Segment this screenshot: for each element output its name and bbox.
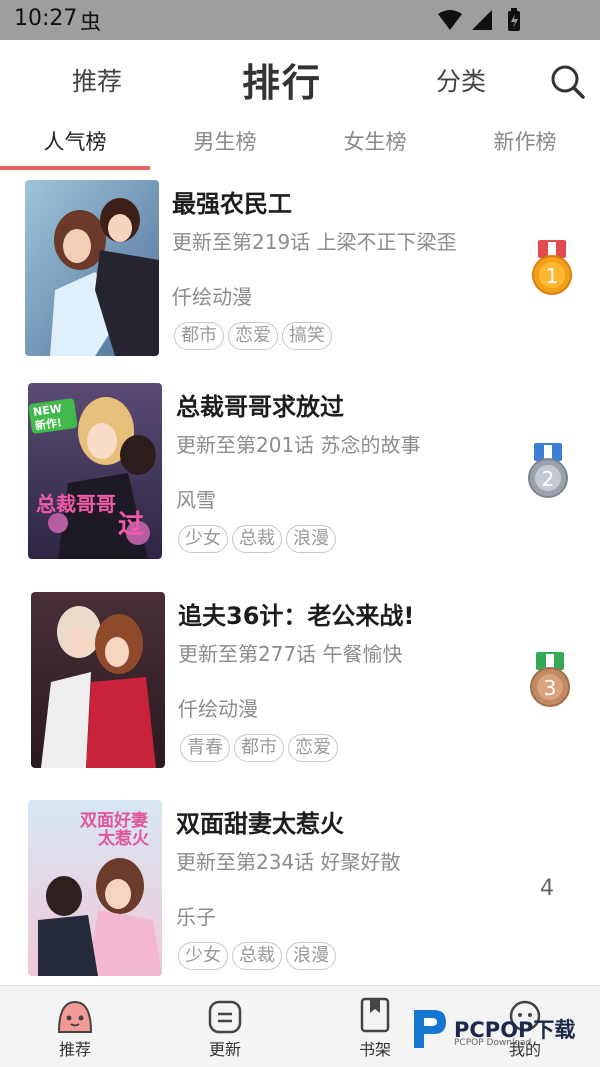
top-nav: 推荐 排行 分类 bbox=[0, 40, 600, 122]
genre-tags: 青春 都市 恋爱 bbox=[180, 734, 342, 764]
bottom-tab-update[interactable]: 更新 bbox=[185, 986, 265, 1067]
status-bar: 10:27 虫 bbox=[0, 0, 600, 40]
author-name: 仟绘动漫 bbox=[172, 285, 252, 309]
bottom-tab-recommend[interactable]: 推荐 bbox=[35, 986, 115, 1067]
comic-cover[interactable] bbox=[31, 592, 165, 768]
update-icon bbox=[208, 1000, 242, 1034]
bottom-tab-label: 推荐 bbox=[58, 1040, 91, 1059]
tab-new[interactable]: 新作榜 bbox=[450, 126, 600, 156]
watermark-subtext: PCPOP Download bbox=[454, 1038, 532, 1048]
latest-episode: 更新至第277话 午餐愉快 bbox=[178, 642, 403, 666]
author-name: 乐子 bbox=[176, 905, 216, 929]
latest-episode: 更新至第201话 苏念的故事 bbox=[176, 433, 421, 457]
bottom-tab-bookshelf[interactable]: 书架 bbox=[335, 986, 415, 1067]
nav-category[interactable]: 分类 bbox=[436, 62, 486, 98]
genre-tags: 少女 总裁 浪漫 bbox=[178, 525, 340, 555]
pcpop-logo-icon bbox=[414, 1010, 446, 1048]
genre-tags: 都市 恋爱 搞笑 bbox=[174, 322, 336, 352]
comic-cover[interactable]: 总裁哥哥 过 NEW 新作! bbox=[28, 383, 162, 559]
nav-recommend[interactable]: 推荐 bbox=[72, 62, 122, 98]
tab-popular[interactable]: 人气榜 bbox=[0, 126, 150, 156]
list-item[interactable]: 总裁哥哥 过 NEW 新作! 总裁哥哥求放过 更新至第201话 苏念的故事 风雪… bbox=[0, 373, 600, 573]
signal-icon bbox=[472, 10, 492, 30]
bronze-medal-icon: 3 bbox=[530, 652, 570, 707]
bookshelf-icon bbox=[360, 997, 390, 1033]
rank-number: 2 bbox=[542, 467, 555, 491]
debug-bug-icon: 虫 bbox=[80, 10, 101, 34]
bottom-tab-label: 更新 bbox=[208, 1040, 241, 1059]
nav-ranking[interactable]: 排行 bbox=[242, 52, 322, 107]
svg-text:总裁哥哥: 总裁哥哥 bbox=[36, 492, 116, 516]
tab-male[interactable]: 男生榜 bbox=[150, 126, 300, 156]
author-name: 风雪 bbox=[176, 488, 216, 512]
comic-list[interactable]: 最强农民工 更新至第219话 上梁不正下梁歪 仟绘动漫 都市 恋爱 搞笑 1 总… bbox=[0, 170, 600, 985]
comic-cover[interactable]: 双面好妻 太惹火 bbox=[28, 800, 162, 976]
svg-text:双面好妻: 双面好妻 bbox=[80, 810, 148, 831]
gold-medal-icon: 1 bbox=[532, 240, 572, 295]
genre-tag: 少女 bbox=[178, 525, 228, 553]
tab-female[interactable]: 女生榜 bbox=[300, 126, 450, 156]
rank-number: 4 bbox=[540, 876, 554, 901]
genre-tag: 总裁 bbox=[232, 525, 282, 553]
silver-medal-icon: 2 bbox=[528, 443, 568, 498]
svg-text:太惹火: 太惹火 bbox=[98, 828, 150, 849]
genre-tag: 恋爱 bbox=[288, 734, 338, 762]
status-icons bbox=[438, 8, 520, 31]
genre-tag: 搞笑 bbox=[282, 322, 332, 350]
genre-tag: 浪漫 bbox=[286, 942, 336, 970]
svg-text:过: 过 bbox=[118, 510, 144, 540]
genre-tag: 恋爱 bbox=[228, 322, 278, 350]
new-badge: NEW 新作! bbox=[32, 401, 63, 433]
comic-title[interactable]: 总裁哥哥求放过 bbox=[176, 387, 344, 422]
search-icon[interactable] bbox=[550, 64, 586, 100]
latest-episode: 更新至第219话 上梁不正下梁歪 bbox=[172, 230, 457, 254]
status-time: 10:27 bbox=[14, 6, 78, 31]
genre-tag: 总裁 bbox=[232, 942, 282, 970]
ranking-tabs: 人气榜 男生榜 女生榜 新作榜 bbox=[0, 122, 600, 170]
genre-tags: 少女 总裁 浪漫 bbox=[178, 942, 340, 972]
pcpop-watermark: PCPOP下载 PCPOP Download bbox=[410, 1006, 600, 1054]
author-name: 仟绘动漫 bbox=[178, 697, 258, 721]
list-item[interactable]: 双面好妻 太惹火 双面甜妻太惹火 更新至第234话 好聚好散 乐子 少女 总裁 浪漫… bbox=[0, 790, 600, 985]
rank-number: 1 bbox=[546, 264, 559, 288]
genre-tag: 都市 bbox=[174, 322, 224, 350]
genre-tag: 少女 bbox=[178, 942, 228, 970]
recommend-icon bbox=[57, 1000, 93, 1033]
latest-episode: 更新至第234话 好聚好散 bbox=[176, 850, 401, 874]
genre-tag: 都市 bbox=[234, 734, 284, 762]
rank-number: 3 bbox=[544, 676, 557, 700]
wifi-icon bbox=[438, 10, 462, 30]
comic-title[interactable]: 追夫36计：老公来战! bbox=[178, 596, 414, 631]
genre-tag: 浪漫 bbox=[286, 525, 336, 553]
list-item[interactable]: 追夫36计：老公来战! 更新至第277话 午餐愉快 仟绘动漫 青春 都市 恋爱 3 bbox=[0, 582, 600, 782]
comic-title[interactable]: 最强农民工 bbox=[172, 184, 292, 219]
comic-title[interactable]: 双面甜妻太惹火 bbox=[176, 804, 344, 839]
bottom-tab-label: 书架 bbox=[358, 1040, 391, 1059]
comic-cover[interactable] bbox=[25, 180, 159, 356]
genre-tag: 青春 bbox=[180, 734, 230, 762]
list-item[interactable]: 最强农民工 更新至第219话 上梁不正下梁歪 仟绘动漫 都市 恋爱 搞笑 1 bbox=[0, 170, 600, 370]
